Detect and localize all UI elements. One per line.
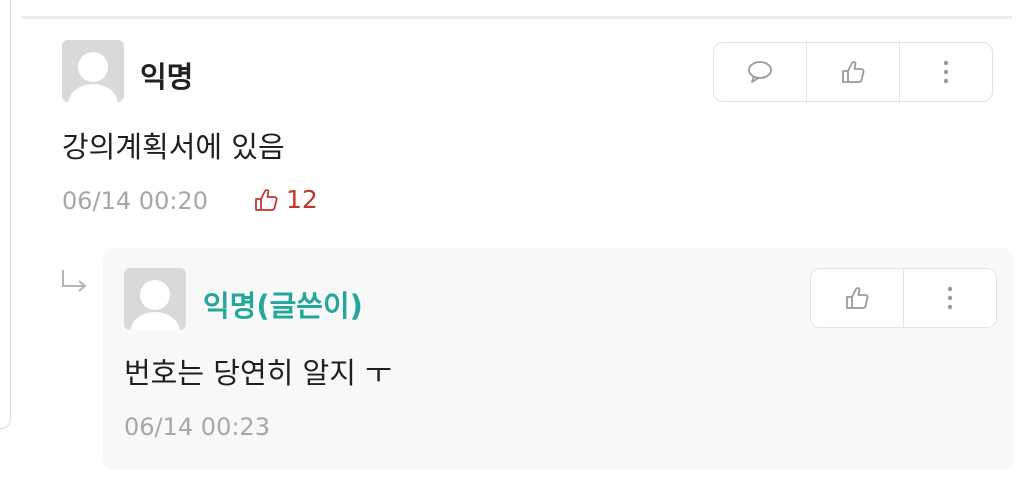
avatar: [62, 40, 124, 102]
comment-text: 강의계획서에 있음: [62, 130, 285, 164]
speech-bubble-icon: [746, 59, 774, 85]
comment-author: 익명: [140, 60, 194, 94]
reply-timestamp: 06/14 00:23: [124, 413, 270, 441]
thumbs-up-icon: [252, 186, 280, 214]
reply-avatar: [124, 268, 186, 330]
thumbs-up-icon: [839, 58, 867, 86]
like-button[interactable]: [807, 43, 900, 101]
reply-action-group: [810, 268, 997, 328]
comment-timestamp: 06/14 00:20: [62, 187, 208, 215]
like-count-value: 12: [286, 185, 318, 214]
reply-button[interactable]: [714, 43, 807, 101]
more-options-button[interactable]: [900, 43, 992, 101]
reply-arrow-icon: [60, 268, 90, 294]
comment-thread: 익명 강의계획서에 있음 06/14 00:20 12 익명(글쓴이) 번호는 …: [0, 0, 1025, 504]
vertical-dots-icon: [942, 59, 950, 85]
reply-like-button[interactable]: [811, 269, 904, 327]
comment-like-count: 12: [252, 185, 318, 214]
left-border-rail: [0, 0, 11, 429]
reply-more-options-button[interactable]: [904, 269, 996, 327]
reply-author: 익명(글쓴이): [203, 289, 363, 323]
thumbs-up-icon: [843, 284, 871, 312]
vertical-dots-icon: [946, 285, 954, 311]
reply-text: 번호는 당연히 알지 ㅜ: [124, 356, 392, 390]
comment-action-group: [713, 42, 993, 102]
top-divider: [22, 16, 1012, 19]
